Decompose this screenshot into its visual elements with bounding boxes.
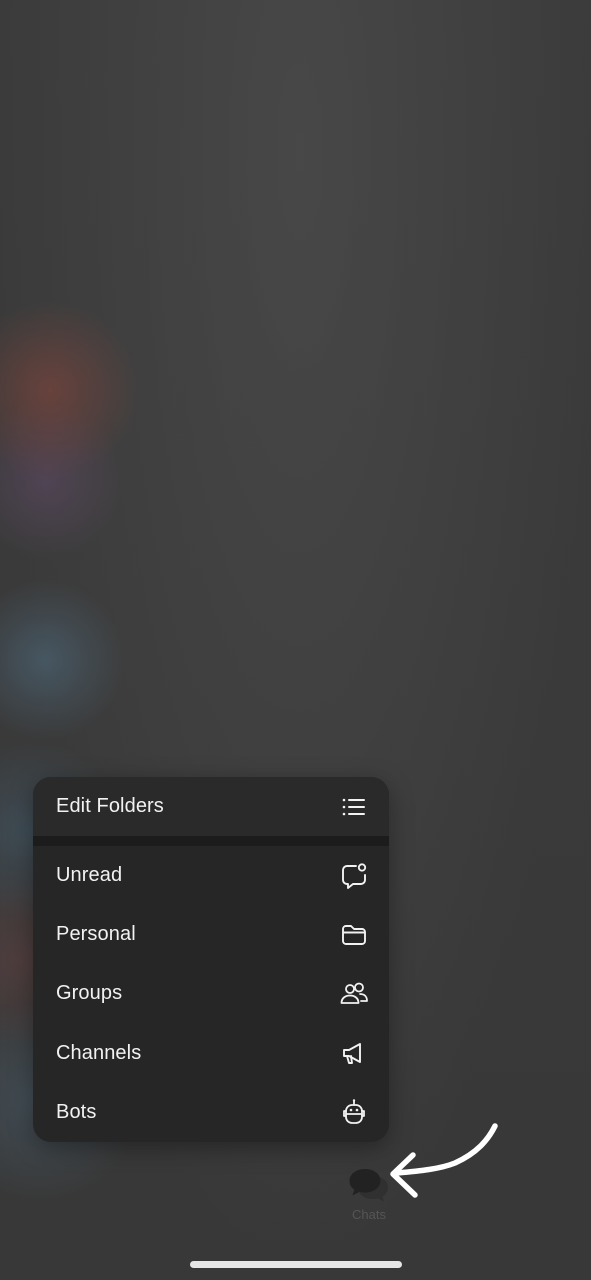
edit-folders-label: Edit Folders xyxy=(56,795,164,817)
folder-item-unread[interactable]: Unread xyxy=(33,846,389,905)
menu-separator xyxy=(33,836,389,846)
unread-chat-icon xyxy=(339,861,369,891)
folder-item-label: Bots xyxy=(56,1100,97,1123)
folder-item-personal[interactable]: Personal xyxy=(33,905,389,964)
edit-folders-item[interactable]: Edit Folders xyxy=(33,777,389,836)
megaphone-icon xyxy=(339,1038,369,1068)
home-indicator[interactable] xyxy=(190,1261,402,1268)
people-icon xyxy=(339,979,369,1009)
folder-icon xyxy=(339,920,369,950)
folder-item-label: Unread xyxy=(56,864,123,887)
list-icon xyxy=(339,792,369,822)
folder-item-label: Groups xyxy=(56,982,123,1005)
folder-item-label: Channels xyxy=(56,1041,142,1064)
robot-icon xyxy=(339,1097,369,1127)
folder-item-label: Personal xyxy=(56,923,136,946)
tab-chats-label: Chats xyxy=(352,1207,386,1222)
hand-drawn-arrow-icon xyxy=(390,1123,498,1198)
folder-item-channels[interactable]: Channels xyxy=(33,1024,389,1083)
folder-item-bots[interactable]: Bots xyxy=(33,1083,389,1142)
folders-context-menu: Edit Folders Unread Personal Groups Chan… xyxy=(33,777,389,1142)
folder-item-groups[interactable]: Groups xyxy=(33,964,389,1023)
